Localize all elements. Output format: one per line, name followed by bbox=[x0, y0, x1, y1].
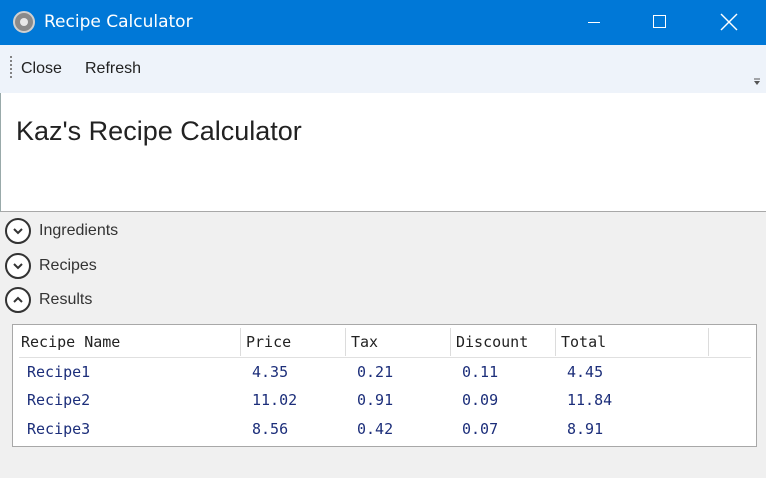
close-button[interactable]: Close bbox=[21, 58, 62, 80]
header-divider bbox=[19, 357, 751, 358]
column-separator[interactable] bbox=[240, 328, 241, 356]
table-cell-price[interactable]: 11.02 bbox=[252, 391, 297, 409]
table-cell-discount[interactable]: 0.11 bbox=[462, 363, 498, 381]
app-icon[interactable] bbox=[13, 11, 35, 33]
table-cell-tax[interactable]: 0.42 bbox=[357, 420, 393, 438]
table-cell-discount[interactable]: 0.07 bbox=[462, 420, 498, 438]
table-cell-total[interactable]: 11.84 bbox=[567, 391, 612, 409]
table-cell-total[interactable]: 4.45 bbox=[567, 363, 603, 381]
table-cell-price[interactable]: 8.56 bbox=[252, 420, 288, 438]
maximize-button[interactable] bbox=[637, 0, 683, 45]
column-header-total[interactable]: Total bbox=[561, 333, 606, 351]
recipes-expander-label: Recipes bbox=[39, 257, 97, 274]
column-header-price[interactable]: Price bbox=[246, 333, 291, 351]
table-cell-tax[interactable]: 0.21 bbox=[357, 363, 393, 381]
chevron-down-icon bbox=[13, 228, 23, 235]
window-title: Recipe Calculator bbox=[44, 12, 193, 32]
collapse-toggle-button[interactable] bbox=[5, 287, 31, 313]
minimize-button[interactable] bbox=[571, 0, 617, 45]
chevron-down-icon bbox=[13, 263, 23, 270]
table-cell-recipe-name[interactable]: Recipe3 bbox=[27, 420, 90, 438]
column-separator[interactable] bbox=[450, 328, 451, 356]
close-icon bbox=[720, 13, 738, 31]
toolbar-grip-icon[interactable] bbox=[10, 55, 12, 79]
results-expander-label: Results bbox=[39, 291, 93, 308]
header-panel bbox=[0, 93, 766, 212]
minimize-icon bbox=[588, 22, 600, 23]
table-cell-recipe-name[interactable]: Recipe2 bbox=[27, 391, 90, 409]
table-cell-price[interactable]: 4.35 bbox=[252, 363, 288, 381]
ingredients-expander-label: Ingredients bbox=[39, 222, 119, 239]
page-title: Kaz's Recipe Calculator bbox=[16, 116, 302, 146]
expand-toggle-button[interactable] bbox=[5, 253, 31, 279]
column-separator[interactable] bbox=[555, 328, 556, 356]
table-cell-total[interactable]: 8.91 bbox=[567, 420, 603, 438]
expand-toggle-button[interactable] bbox=[5, 218, 31, 244]
title-bar[interactable]: Recipe Calculator bbox=[0, 0, 766, 45]
table-cell-discount[interactable]: 0.09 bbox=[462, 391, 498, 409]
column-separator[interactable] bbox=[345, 328, 346, 356]
table-cell-recipe-name[interactable]: Recipe1 bbox=[27, 363, 90, 381]
column-header-discount[interactable]: Discount bbox=[456, 333, 528, 351]
close-window-button[interactable] bbox=[706, 0, 752, 45]
maximize-icon bbox=[653, 15, 666, 28]
column-header-tax[interactable]: Tax bbox=[351, 333, 378, 351]
table-cell-tax[interactable]: 0.91 bbox=[357, 391, 393, 409]
toolbar-overflow-icon[interactable] bbox=[753, 78, 761, 86]
chevron-up-icon bbox=[13, 296, 23, 303]
column-header-recipe-name[interactable]: Recipe Name bbox=[21, 333, 120, 351]
refresh-button[interactable]: Refresh bbox=[85, 58, 141, 80]
column-separator[interactable] bbox=[708, 328, 709, 356]
